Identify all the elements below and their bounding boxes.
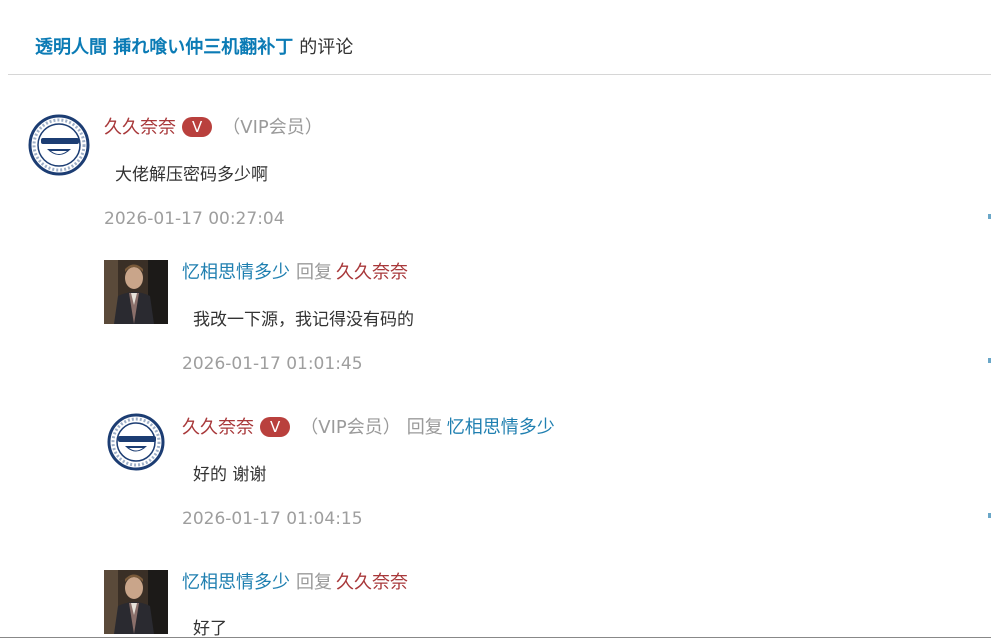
comment-time: 2026-01-17 01:04:15 [182,509,363,529]
author-name[interactable]: 久久奈奈 [104,117,176,138]
reply-label: 回复 [406,417,443,438]
laughing-man-logo-icon [107,413,165,471]
avatar[interactable] [104,570,168,634]
header-divider [8,74,991,75]
post-title-link[interactable]: 透明人間 挿れ喰い仲三机翻补丁 [35,37,293,58]
avatar[interactable] [104,260,168,324]
comment-text: 好的 谢谢 [193,465,267,485]
author-name[interactable]: 忆相思情多少 [182,262,290,283]
comments-header: 透明人間 挿れ喰い仲三机翻补丁 的评论 [35,36,353,60]
avatar[interactable] [27,113,91,177]
reply-label: 回复 [296,262,332,283]
vip-badge: V [260,417,291,437]
comment-meta: 久久奈奈 V （VIP会员） [104,117,323,139]
vip-note: （VIP会员） [300,417,401,438]
viewport-bottom-line [0,637,991,638]
avatar[interactable] [104,410,168,474]
reply-label: 回复 [296,572,332,593]
author-name[interactable]: 久久奈奈 [182,417,254,438]
vip-badge: V [182,117,213,137]
reply-target[interactable]: 久久奈奈 [336,262,408,283]
comment-meta: 忆相思情多少 回复 久久奈奈 [182,262,408,284]
comment-meta: 忆相思情多少 回复 久久奈奈 [182,572,408,594]
comments-suffix: 的评论 [299,37,354,58]
comment-meta: 久久奈奈 V （VIP会员） 回复 忆相思情多少 [182,417,555,439]
comment-text: 我改一下源，我记得没有码的 [193,310,414,330]
comment-time: 2026-01-17 00:27:04 [104,209,285,229]
comment-time: 2026-01-17 01:01:45 [182,354,363,374]
man-in-suit-photo-icon [104,570,168,634]
author-name[interactable]: 忆相思情多少 [182,572,290,593]
laughing-man-logo-icon [28,114,90,176]
reply-target[interactable]: 久久奈奈 [336,572,408,593]
reply-target[interactable]: 忆相思情多少 [447,417,555,438]
comment-text: 大佬解压密码多少啊 [115,165,268,185]
man-in-suit-photo-icon [104,260,168,324]
comments-page: 透明人間 挿れ喰い仲三机翻补丁 的评论 久久奈奈 V （VIP会员） 大佬解压密码多少… [0,0,991,640]
vip-note: （VIP会员） [222,117,323,138]
